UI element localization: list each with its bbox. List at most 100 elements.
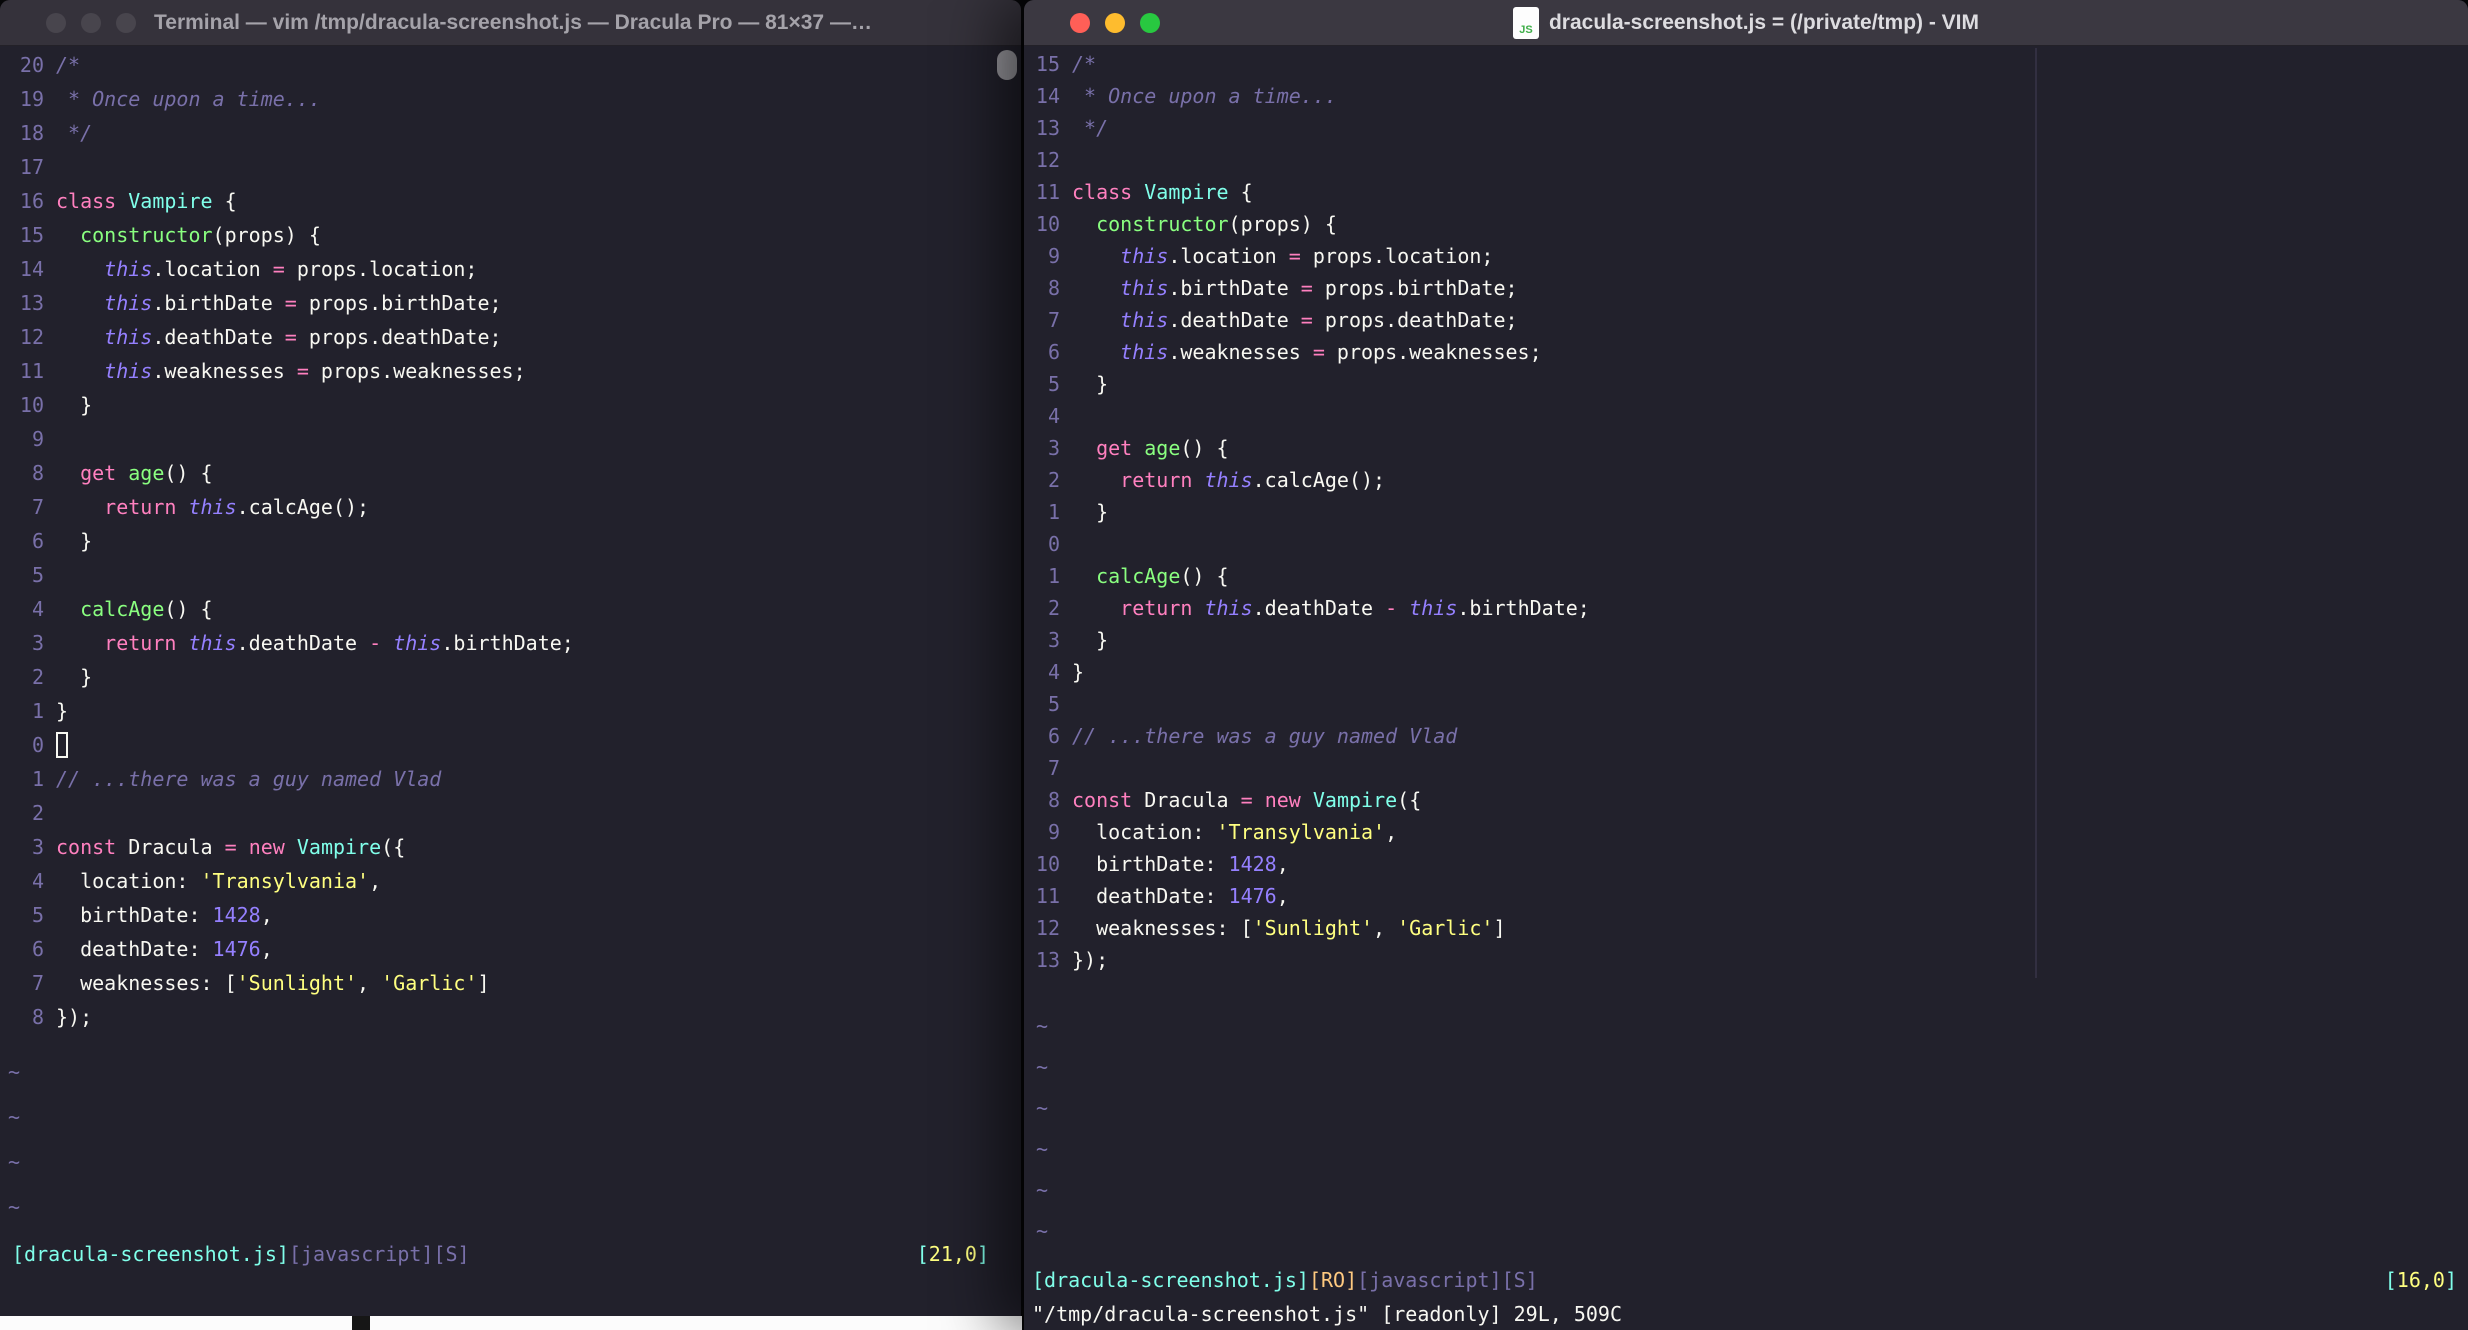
code-line[interactable]: 0: [0, 728, 1021, 762]
scrollbar-thumb[interactable]: [997, 50, 1017, 80]
code-line[interactable]: 4: [1024, 400, 2468, 432]
line-number: 1: [1047, 500, 1060, 524]
line-number: 1: [1047, 564, 1060, 588]
code-line[interactable]: 9 this.location = props.location;: [1024, 240, 2468, 272]
code-line[interactable]: 11 deathDate: 1476,: [1024, 880, 2468, 912]
code-line[interactable]: 7: [1024, 752, 2468, 784]
right-buffer[interactable]: 15/* 14 * Once upon a time... 13 */12 11 cla…: [1024, 48, 2468, 1252]
code-line[interactable]: 2 return this.calcAge();: [1024, 464, 2468, 496]
code-line[interactable]: 18 */: [0, 116, 1021, 150]
code-line[interactable]: 2 return this.deathDate - this.birthDate…: [1024, 592, 2468, 624]
line-number: 4: [1047, 660, 1060, 684]
code-line[interactable]: 3 const Dracula = new Vampire({: [0, 830, 1021, 864]
zoom-button[interactable]: [116, 12, 136, 33]
code-line[interactable]: 2: [0, 796, 1021, 830]
line-number: 12: [1035, 916, 1060, 940]
line-number: 8: [1047, 788, 1060, 812]
code-line[interactable]: 12 this.deathDate = props.deathDate;: [0, 320, 1021, 354]
code-line[interactable]: 7 weaknesses: ['Sunlight', 'Garlic']: [0, 966, 1021, 1000]
code-line[interactable]: 7 this.deathDate = props.deathDate;: [1024, 304, 2468, 336]
line-number: 9: [31, 427, 44, 451]
code-line[interactable]: 13 */: [1024, 112, 2468, 144]
code-line[interactable]: 10 constructor(props) {: [1024, 208, 2468, 240]
code-line[interactable]: 10 birthDate: 1428,: [1024, 848, 2468, 880]
terminal-titlebar[interactable]: Terminal — vim /tmp/dracula-screenshot.j…: [0, 0, 1021, 46]
line-number: 4: [31, 869, 44, 893]
line-number: 9: [1047, 244, 1060, 268]
code-line[interactable]: 11 class Vampire {: [1024, 176, 2468, 208]
code-line[interactable]: 1 }: [1024, 496, 2468, 528]
code-line[interactable]: 4 location: 'Transylvania',: [0, 864, 1021, 898]
vim-statusline: [dracula-screenshot.js][javascript][S] […: [0, 1237, 1021, 1271]
code-line[interactable]: 1 calcAge() {: [1024, 560, 2468, 592]
code-line[interactable]: 5 }: [1024, 368, 2468, 400]
statusline-file-flags: [dracula-screenshot.js][RO][javascript][…: [1032, 1268, 1538, 1292]
code-line[interactable]: 8 const Dracula = new Vampire({: [1024, 784, 2468, 816]
line-number: 5: [31, 903, 44, 927]
code-line[interactable]: 6 this.weaknesses = props.weaknesses;: [1024, 336, 2468, 368]
code-line[interactable]: 9: [0, 422, 1021, 456]
code-line[interactable]: 13});: [1024, 944, 2468, 976]
code-line[interactable]: 12 weaknesses: ['Sunlight', 'Garlic']: [1024, 912, 2468, 944]
code-line[interactable]: 6// ...there was a guy named Vlad: [1024, 720, 2468, 752]
window-controls: [46, 12, 136, 33]
line-number: 10: [19, 393, 44, 417]
line-number: 7: [1047, 308, 1060, 332]
line-number: 10: [1035, 852, 1060, 876]
code-line[interactable]: 20/*: [0, 48, 1021, 82]
close-button[interactable]: [46, 12, 66, 33]
close-button[interactable]: [1070, 12, 1090, 33]
code-line[interactable]: 7 return this.calcAge();: [0, 490, 1021, 524]
code-line[interactable]: 3 return this.deathDate - this.birthDate…: [0, 626, 1021, 660]
js-file-icon: JS: [1512, 6, 1539, 39]
code-line[interactable]: 4}: [1024, 656, 2468, 688]
macvim-titlebar[interactable]: JS dracula-screenshot.js = (/private/tmp…: [1024, 0, 2468, 46]
macvim-window: JS dracula-screenshot.js = (/private/tmp…: [1024, 0, 2468, 1330]
code-line[interactable]: 15 constructor(props) {: [0, 218, 1021, 252]
code-line[interactable]: 13 this.birthDate = props.birthDate;: [0, 286, 1021, 320]
line-number: 11: [19, 359, 44, 383]
code-line[interactable]: 12: [1024, 144, 2468, 176]
code-line[interactable]: 3 }: [1024, 624, 2468, 656]
code-line[interactable]: 6 deathDate: 1476,: [0, 932, 1021, 966]
tilde: ~: [1036, 1137, 1049, 1161]
code-line[interactable]: 4 calcAge() {: [0, 592, 1021, 626]
code-line[interactable]: 8 this.birthDate = props.birthDate;: [1024, 272, 2468, 304]
background-glyph: [352, 1316, 370, 1330]
code-line[interactable]: 1// ...there was a guy named Vlad: [0, 762, 1021, 796]
line-number: 6: [1047, 724, 1060, 748]
code-line[interactable]: 14 * Once upon a time...: [1024, 80, 2468, 112]
code-line[interactable]: 2 }: [0, 660, 1021, 694]
minimize-button[interactable]: [81, 12, 101, 33]
code-line[interactable]: 16 class Vampire {: [0, 184, 1021, 218]
code-line[interactable]: 15/*: [1024, 48, 2468, 80]
left-buffer[interactable]: 20/* 19 * Once upon a time... 18 */17 16 cla…: [0, 48, 1021, 1230]
line-number: 12: [1035, 148, 1060, 172]
code-line[interactable]: 17: [0, 150, 1021, 184]
code-line[interactable]: 9 location: 'Transylvania',: [1024, 816, 2468, 848]
code-line[interactable]: 11 this.weaknesses = props.weaknesses;: [0, 354, 1021, 388]
terminal-window: Terminal — vim /tmp/dracula-screenshot.j…: [0, 0, 1021, 1316]
code-line[interactable]: 6 }: [0, 524, 1021, 558]
tilde: ~: [1036, 1178, 1049, 1202]
line-number: 4: [31, 597, 44, 621]
code-line[interactable]: 1}: [0, 694, 1021, 728]
line-number: 6: [31, 529, 44, 553]
line-number: 3: [31, 631, 44, 655]
code-line[interactable]: 5: [0, 558, 1021, 592]
code-line[interactable]: 10 }: [0, 388, 1021, 422]
tilde: ~: [1036, 1096, 1049, 1120]
window-title: dracula-screenshot.js = (/private/tmp) -…: [1548, 10, 1980, 34]
minimize-button[interactable]: [1105, 12, 1125, 33]
code-line[interactable]: 19 * Once upon a time...: [0, 82, 1021, 116]
code-line[interactable]: 5: [1024, 688, 2468, 720]
line-number: 2: [1047, 596, 1060, 620]
code-line[interactable]: 8});: [0, 1000, 1021, 1034]
code-line[interactable]: 14 this.location = props.location;: [0, 252, 1021, 286]
line-number: 6: [1047, 340, 1060, 364]
code-line[interactable]: 0: [1024, 528, 2468, 560]
code-line[interactable]: 3 get age() {: [1024, 432, 2468, 464]
background-window-strip: [0, 1316, 1022, 1330]
code-line[interactable]: 8 get age() {: [0, 456, 1021, 490]
code-line[interactable]: 5 birthDate: 1428,: [0, 898, 1021, 932]
